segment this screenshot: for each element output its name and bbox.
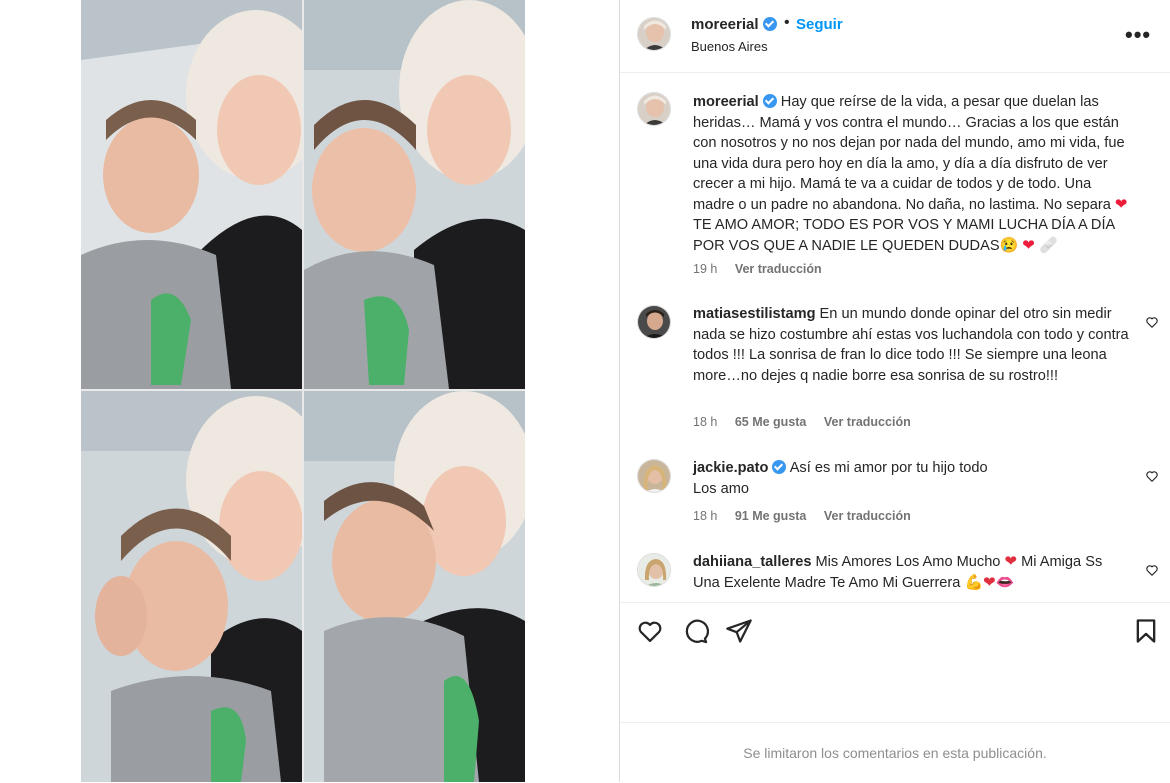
- caption-time[interactable]: 19 h: [693, 262, 717, 276]
- pleading-face-emoji-icon: 😢: [999, 236, 1019, 254]
- commenter-avatar[interactable]: [637, 305, 671, 339]
- comment-translate-link[interactable]: Ver traducción: [824, 509, 911, 523]
- photo-tile-2: [304, 0, 525, 389]
- broken-heart-emoji-icon: ❤: [1004, 553, 1018, 570]
- comment-body: Así es mi amor por tu hijo todo: [789, 460, 988, 476]
- lips-emoji-icon: 👄: [995, 573, 1015, 591]
- comment-like-heart-icon[interactable]: [1145, 563, 1159, 577]
- comment-time[interactable]: 18 h: [693, 415, 717, 429]
- comments-footer: Se limitaron los comentarios en esta pub…: [620, 722, 1170, 783]
- comment-like-heart-icon[interactable]: [1145, 315, 1159, 329]
- post-header: moreerial • Seguir Buenos Aires •••: [620, 0, 1170, 73]
- bookmark-icon[interactable]: [1132, 617, 1160, 645]
- verified-badge-icon: [762, 17, 777, 31]
- photo-tile-3: [81, 391, 302, 782]
- post-location[interactable]: Buenos Aires: [691, 39, 768, 54]
- comments-limited-notice: Se limitaron los comentarios en esta pub…: [743, 745, 1047, 761]
- photo-tile-1: [81, 0, 302, 389]
- photo-tile-4: [304, 391, 525, 782]
- comment-likes[interactable]: 91 Me gusta: [735, 509, 807, 523]
- comment-likes[interactable]: 65 Me gusta: [735, 415, 807, 429]
- commenter-username[interactable]: dahiiana_talleres: [693, 554, 811, 570]
- broken-heart-emoji-icon: ❤: [983, 573, 996, 591]
- comment-like-heart-icon[interactable]: [1145, 469, 1159, 483]
- commenter-username[interactable]: matiasestilistamg: [693, 306, 815, 322]
- author-username[interactable]: moreerial: [691, 16, 777, 33]
- post-side-panel: moreerial • Seguir Buenos Aires ••• more…: [620, 0, 1170, 782]
- comment-body-2: Los amo: [693, 480, 749, 497]
- comment-text: jackie.pato Así es mi amor por tu hijo t…: [693, 458, 1133, 499]
- header-separator: •: [784, 14, 790, 31]
- comment-meta: 18 h 65 Me gusta Ver traducción: [693, 415, 925, 429]
- post-action-bar: [620, 602, 1170, 661]
- commenter-avatar[interactable]: [637, 459, 671, 493]
- heart-icon[interactable]: [636, 617, 664, 645]
- verified-badge-icon: [772, 460, 787, 474]
- more-options-icon[interactable]: •••: [1125, 22, 1151, 48]
- comment-translate-link[interactable]: Ver traducción: [824, 415, 911, 429]
- comment-body: Mis Amores Los Amo Mucho: [815, 554, 1001, 570]
- flexed-biceps-emoji-icon: 💪: [964, 573, 984, 591]
- caption-text: moreerial Hay que reírse de la vida, a p…: [693, 92, 1133, 256]
- comment-meta: 18 h 91 Me gusta Ver traducción: [693, 509, 925, 523]
- red-heart-emoji-icon: ❤: [1114, 195, 1128, 213]
- comment-text: matiasestilistamg En un mundo donde opin…: [693, 304, 1133, 386]
- commenter-avatar[interactable]: [637, 553, 671, 587]
- commenter-username[interactable]: jackie.pato: [693, 460, 768, 476]
- verified-badge-icon: [762, 94, 777, 108]
- caption-avatar[interactable]: [637, 92, 671, 126]
- author-username-text[interactable]: moreerial: [691, 16, 759, 33]
- caption-meta: 19 h Ver traducción: [693, 262, 836, 276]
- caption-body: Hay que reírse de la vida, a pesar que d…: [693, 94, 1125, 213]
- comment-icon[interactable]: [681, 617, 709, 645]
- caption-username[interactable]: moreerial: [693, 94, 759, 110]
- author-avatar[interactable]: [637, 17, 671, 51]
- red-heart-emoji-icon: ❤: [1022, 236, 1035, 254]
- share-icon[interactable]: [725, 617, 753, 645]
- caption-translate-link[interactable]: Ver traducción: [735, 262, 822, 276]
- bandage-emoji-icon: 🩹: [1038, 236, 1058, 254]
- comment-text: dahiiana_talleres Mis Amores Los Amo Muc…: [693, 552, 1133, 593]
- post-media[interactable]: [81, 0, 525, 782]
- follow-button[interactable]: Seguir: [796, 16, 843, 33]
- comment-time[interactable]: 18 h: [693, 509, 717, 523]
